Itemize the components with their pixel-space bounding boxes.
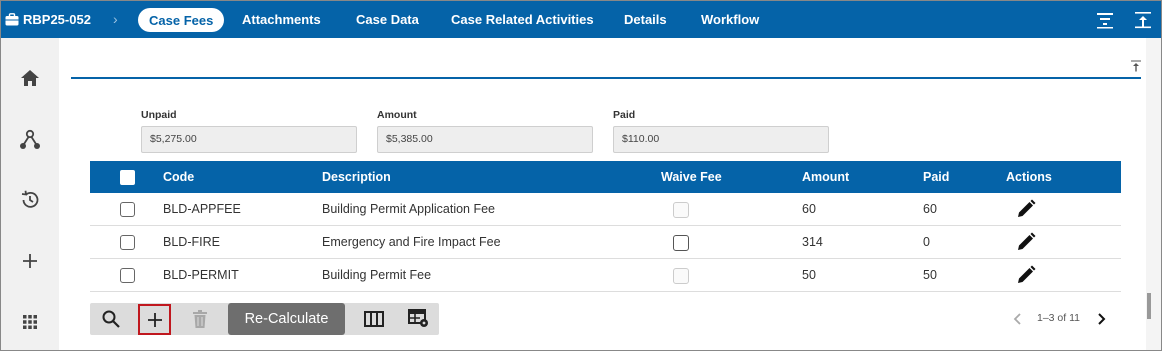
table-row[interactable]: BLD-FIRE Emergency and Fire Impact Fee 3… [90,226,1121,259]
fee-paid: 60 [923,202,937,216]
amount-label: Amount [377,109,417,121]
column-header-description[interactable]: Description [322,161,391,193]
scrollbar-thumb[interactable] [1147,293,1151,319]
paid-field: $110.00 [613,126,829,153]
case-id-breadcrumb[interactable]: RBP25-052 [5,1,91,38]
apps-grid-icon[interactable] [19,311,41,333]
row-checkbox[interactable] [120,235,135,250]
add-icon[interactable] [19,250,41,272]
search-icon [102,310,120,328]
tab-label: Attachments [242,12,321,27]
edit-pencil-icon[interactable] [1016,232,1036,252]
waive-fee-checkbox [673,268,689,284]
history-icon[interactable] [19,189,41,211]
fee-description: Building Permit Fee [322,268,432,282]
amount-field: $5,385.00 [377,126,593,153]
tab-case-data[interactable]: Case Data [356,1,419,38]
tab-label: Workflow [701,12,760,27]
collapse-all-icon[interactable] [1133,10,1153,30]
fee-description: Building Permit Application Fee [322,202,496,216]
fee-code: BLD-APPFEE [163,202,241,216]
fee-paid: 50 [923,268,937,282]
edit-pencil-icon[interactable] [1016,265,1036,285]
recalculate-button[interactable]: Re-Calculate [228,303,345,335]
fee-code: BLD-PERMIT [163,268,239,282]
left-sidebar [1,38,59,350]
add-fee-button[interactable] [138,304,171,335]
home-icon[interactable] [19,67,41,89]
grid-toolbar: Re-Calculate [90,303,439,335]
chevron-right-icon[interactable] [1094,311,1108,327]
filter-icon[interactable] [1095,10,1115,30]
case-id-label: RBP25-052 [23,12,91,27]
select-all-checkbox[interactable] [120,170,135,185]
columns-button[interactable] [357,303,391,335]
add-icon [147,312,162,327]
fee-paid: 0 [923,235,930,249]
top-nav-bar: RBP25-052 › Case Fees Attachments Case D… [1,1,1161,38]
grid-settings-button[interactable] [402,303,436,335]
tab-details[interactable]: Details [624,1,667,38]
tab-attachments[interactable]: Attachments [242,1,321,38]
unpaid-label: Unpaid [141,109,177,121]
column-header-actions: Actions [1006,170,1052,184]
fee-code: BLD-FIRE [163,235,220,249]
search-button[interactable] [94,303,128,335]
section-divider [71,77,1141,79]
tab-label: Case Data [356,12,419,27]
table-row[interactable]: BLD-PERMIT Building Permit Fee 50 50 [90,259,1121,292]
fees-grid-header: Code Description Waive Fee Amount Paid A… [90,161,1121,193]
tab-label: Case Related Activities [451,12,594,27]
columns-icon [364,311,384,327]
tab-workflow[interactable]: Workflow [701,1,759,38]
edit-pencil-icon[interactable] [1016,199,1036,219]
column-header-waive-fee[interactable]: Waive Fee [661,161,722,193]
people-hierarchy-icon[interactable] [19,129,41,151]
fee-amount: 314 [802,235,823,249]
chevron-right-icon: › [113,11,118,27]
chevron-left-icon[interactable] [1011,311,1025,327]
page-scrollbar[interactable] [1146,38,1161,350]
tab-case-fees[interactable]: Case Fees [138,8,225,32]
row-checkbox[interactable] [120,202,135,217]
row-checkbox[interactable] [120,268,135,283]
tab-label: Details [624,12,667,27]
app-frame: RBP25-052 › Case Fees Attachments Case D… [0,0,1162,351]
tab-case-related-activities[interactable]: Case Related Activities [451,1,594,38]
pager-status: 1–3 of 11 [1037,312,1081,324]
fee-amount: 60 [802,202,816,216]
collapse-section-icon[interactable] [1130,60,1142,72]
delete-button[interactable] [183,303,217,335]
fee-amount: 50 [802,268,816,282]
waive-fee-checkbox[interactable] [673,235,689,251]
table-row[interactable]: BLD-APPFEE Building Permit Application F… [90,193,1121,226]
fee-description: Emergency and Fire Impact Fee [322,235,501,249]
column-header-paid[interactable]: Paid [923,161,949,193]
column-header-amount[interactable]: Amount [802,161,849,193]
briefcase-icon [5,13,19,26]
delete-icon [193,310,207,328]
paid-label: Paid [613,109,636,121]
column-header-code[interactable]: Code [163,161,194,193]
waive-fee-checkbox [673,202,689,218]
unpaid-field: $5,275.00 [141,126,357,153]
grid-settings-icon [408,309,428,327]
tab-label: Case Fees [149,12,214,28]
